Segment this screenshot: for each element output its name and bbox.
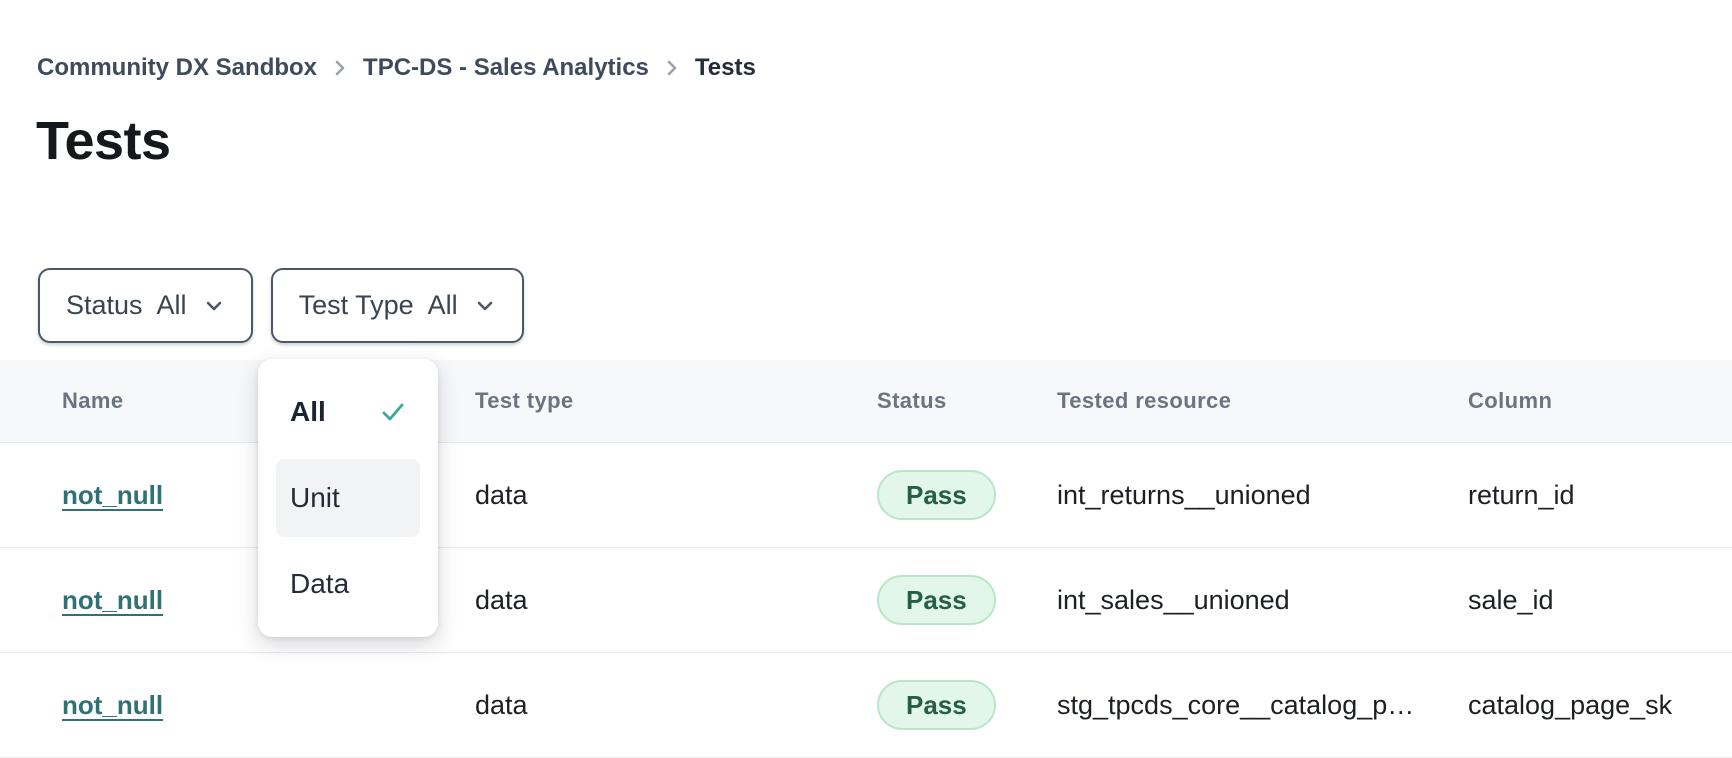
column-header-status: Status: [877, 388, 1057, 414]
dropdown-option-label: All: [290, 396, 326, 428]
dropdown-option-all[interactable]: All: [276, 373, 420, 451]
check-icon: [380, 401, 406, 423]
column-cell: sale_id: [1468, 585, 1732, 616]
breadcrumb: Community DX Sandbox TPC-DS - Sales Anal…: [37, 52, 756, 84]
test-type-cell: data: [475, 585, 877, 616]
column-header-tested-resource: Tested resource: [1057, 388, 1468, 414]
status-filter-button[interactable]: Status All: [38, 268, 253, 343]
breadcrumb-item-project[interactable]: Community DX Sandbox: [37, 52, 317, 84]
page-title: Tests: [36, 110, 171, 172]
filter-bar: Status All Test Type All: [38, 268, 524, 343]
dropdown-option-data[interactable]: Data: [276, 545, 420, 623]
tested-resource-cell: int_returns__unioned: [1057, 480, 1468, 511]
test-type-dropdown-menu: All Unit Data: [258, 359, 438, 637]
dropdown-option-label: Unit: [290, 482, 340, 514]
chevron-down-icon: [203, 299, 225, 313]
chevron-right-icon: [333, 57, 347, 79]
column-cell: return_id: [1468, 480, 1732, 511]
test-type-cell: data: [475, 690, 877, 721]
status-badge: Pass: [877, 470, 996, 520]
column-header-test-type: Test type: [475, 388, 877, 414]
test-name-link[interactable]: not_null: [62, 480, 163, 510]
status-badge: Pass: [877, 575, 996, 625]
dropdown-option-label: Data: [290, 568, 349, 600]
test-type-cell: data: [475, 480, 877, 511]
column-header-column: Column: [1468, 388, 1732, 414]
breadcrumb-item-package[interactable]: TPC-DS - Sales Analytics: [363, 52, 649, 84]
status-filter-label: Status: [66, 290, 143, 321]
tested-resource-cell: stg_tpcds_core__catalog_p…: [1057, 690, 1468, 721]
status-badge: Pass: [877, 680, 996, 730]
chevron-right-icon: [665, 57, 679, 79]
dropdown-option-unit[interactable]: Unit: [276, 459, 420, 537]
column-cell: catalog_page_sk: [1468, 690, 1732, 721]
tested-resource-cell: int_sales__unioned: [1057, 585, 1468, 616]
chevron-down-icon: [474, 299, 496, 313]
test-name-link[interactable]: not_null: [62, 690, 163, 720]
status-filter-value: All: [157, 290, 187, 321]
table-row: not_null data Pass stg_tpcds_core__catal…: [0, 653, 1732, 758]
test-name-link[interactable]: not_null: [62, 585, 163, 615]
test-type-filter-button[interactable]: Test Type All: [271, 268, 524, 343]
test-type-filter-value: All: [428, 290, 458, 321]
breadcrumb-item-current: Tests: [695, 52, 756, 84]
test-type-filter-label: Test Type: [299, 290, 414, 321]
